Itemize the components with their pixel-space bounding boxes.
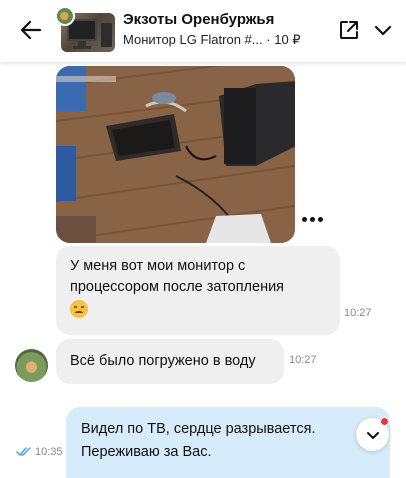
listing-thumbnail[interactable] bbox=[55, 6, 115, 52]
listing-price: 10 ₽ bbox=[274, 32, 301, 47]
message-status: 10:35 bbox=[16, 446, 63, 458]
message-text-line: Видел по ТВ, сердце разрывается. bbox=[81, 421, 316, 437]
message-time: 10:27 bbox=[289, 354, 317, 366]
chat-header: Экзоты Оренбуржья Монитор LG Flatron #..… bbox=[0, 0, 406, 62]
incoming-message[interactable]: Всё было погружено в воду bbox=[56, 339, 284, 384]
separator-dot: · bbox=[266, 32, 271, 47]
message-time: 10:35 bbox=[35, 446, 63, 458]
open-listing-button[interactable] bbox=[338, 19, 360, 41]
unread-badge bbox=[380, 417, 389, 426]
message-text-line: Переживаю за Вас. bbox=[81, 444, 212, 460]
chat-title[interactable]: Экзоты Оренбуржья bbox=[123, 11, 274, 28]
flooded-room-photo bbox=[56, 66, 295, 243]
message-time: 10:27 bbox=[344, 307, 372, 319]
listing-subtitle[interactable]: Монитор LG Flatron #... · 10 ₽ bbox=[123, 32, 301, 48]
chevron-down-icon bbox=[374, 25, 392, 36]
sad-face-emoji-icon bbox=[70, 300, 88, 319]
double-check-icon bbox=[16, 447, 31, 456]
outgoing-message[interactable]: Видел по ТВ, сердце разрывается. Пережив… bbox=[66, 407, 390, 478]
expand-button[interactable] bbox=[372, 19, 394, 41]
message-text-line: У меня вот мои монитор с bbox=[70, 258, 246, 274]
arrow-left-icon bbox=[20, 20, 42, 40]
message-text-line: процессором после затопления bbox=[70, 279, 285, 295]
back-button[interactable] bbox=[18, 17, 44, 43]
listing-name: Монитор LG Flatron #... bbox=[123, 32, 263, 47]
message-photo[interactable] bbox=[56, 66, 295, 243]
contact-avatar[interactable] bbox=[15, 349, 48, 382]
message-text: Всё было погружено в воду bbox=[70, 353, 256, 369]
chat-messages[interactable]: У меня вот мои монитор с процессором пос… bbox=[0, 62, 406, 478]
incoming-message[interactable]: У меня вот мои монитор с процессором пос… bbox=[56, 246, 340, 335]
more-options-button[interactable] bbox=[302, 212, 326, 226]
chevron-down-icon bbox=[366, 431, 379, 439]
open-external-icon bbox=[340, 21, 358, 39]
seller-avatar bbox=[55, 6, 75, 26]
